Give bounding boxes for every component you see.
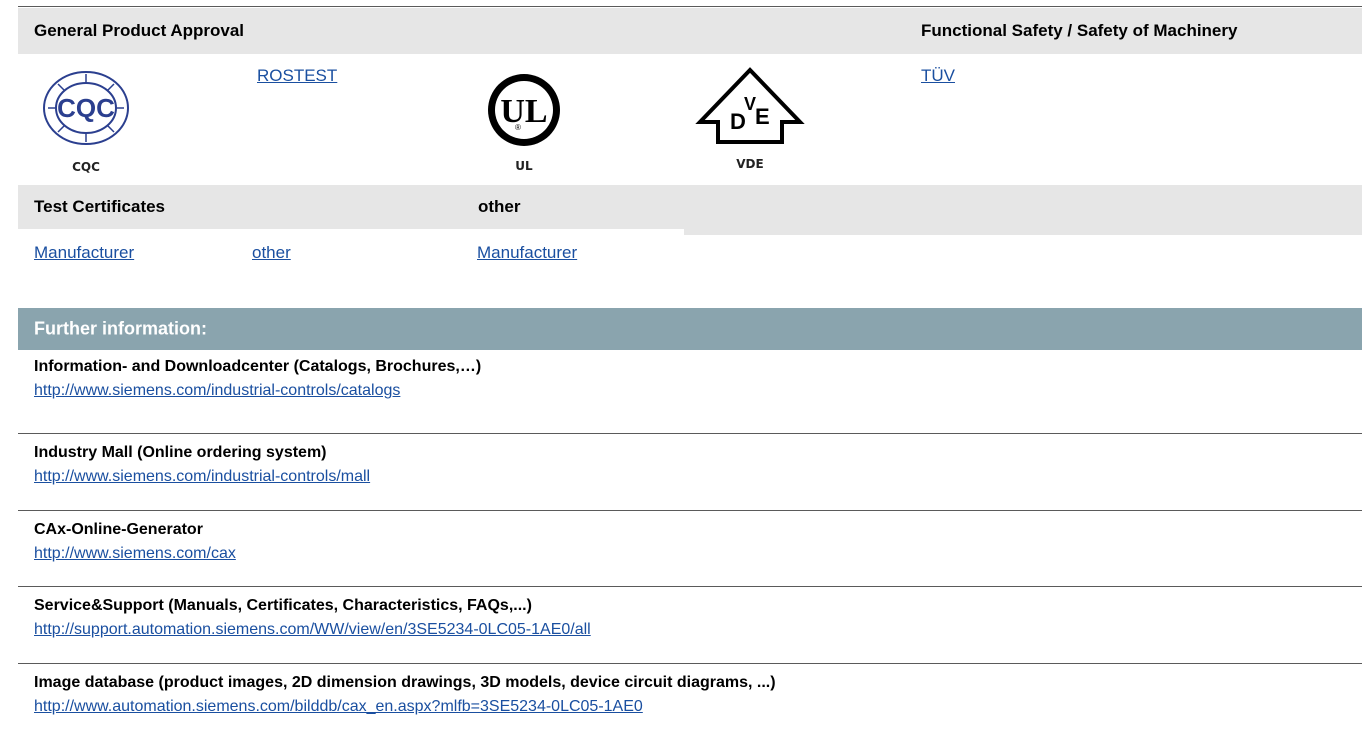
ul-logo-icon: UL ®: [488, 74, 560, 146]
vde-logo: D V E VDE: [694, 66, 806, 178]
other-header: other: [462, 185, 1362, 229]
info-link[interactable]: http://www.siemens.com/industrial-contro…: [34, 468, 370, 486]
info-link[interactable]: http://www.automation.siemens.com/bilddb…: [34, 698, 643, 716]
test-other-link[interactable]: other: [252, 243, 291, 263]
test-certificates-header: Test Certificates: [18, 185, 462, 229]
general-approval-header: General Product Approval: [18, 8, 905, 54]
info-title: CAx-Online-Generator: [34, 521, 203, 538]
info-title: Information- and Downloadcenter (Catalog…: [34, 358, 482, 375]
safety-title: Functional Safety / Safety of Machinery: [921, 21, 1238, 40]
other-header-notch: [684, 229, 1362, 235]
divider: [18, 510, 1362, 511]
divider: [18, 433, 1362, 434]
tuv-link[interactable]: TÜV: [921, 66, 955, 86]
ul-caption: UL: [515, 159, 533, 173]
svg-text:UL: UL: [500, 93, 547, 130]
vde-logo-icon: D V E: [695, 67, 805, 144]
cqc-logo-icon: CQC: [43, 71, 129, 145]
info-link[interactable]: http://www.siemens.com/cax: [34, 545, 236, 563]
cqc-logo: CQC CQC: [40, 66, 132, 176]
divider: [18, 663, 1362, 664]
info-link[interactable]: http://support.automation.siemens.com/WW…: [34, 621, 591, 639]
further-information-heading: Further information:: [34, 318, 207, 339]
other-manufacturer-link[interactable]: Manufacturer: [477, 243, 577, 263]
cqc-caption: CQC: [72, 160, 100, 174]
svg-text:®: ®: [515, 123, 521, 132]
other-title: other: [478, 197, 521, 216]
further-information-bar: Further information:: [18, 308, 1362, 350]
svg-text:E: E: [755, 104, 770, 129]
vde-caption: VDE: [736, 157, 764, 171]
info-title: Industry Mall (Online ordering system): [34, 444, 327, 461]
ul-logo: UL ® UL: [484, 68, 564, 178]
svg-text:CQC: CQC: [57, 93, 115, 123]
rostest-link[interactable]: ROSTEST: [257, 66, 337, 86]
general-approval-title: General Product Approval: [34, 21, 245, 40]
top-rule: [18, 6, 1362, 7]
info-title: Service&Support (Manuals, Certificates, …: [34, 597, 532, 614]
divider: [18, 586, 1362, 587]
test-manufacturer-link[interactable]: Manufacturer: [34, 243, 134, 263]
info-title: Image database (product images, 2D dimen…: [34, 674, 776, 691]
test-certificates-title: Test Certificates: [34, 197, 166, 216]
info-link[interactable]: http://www.siemens.com/industrial-contro…: [34, 382, 400, 400]
safety-header: Functional Safety / Safety of Machinery: [905, 8, 1362, 54]
